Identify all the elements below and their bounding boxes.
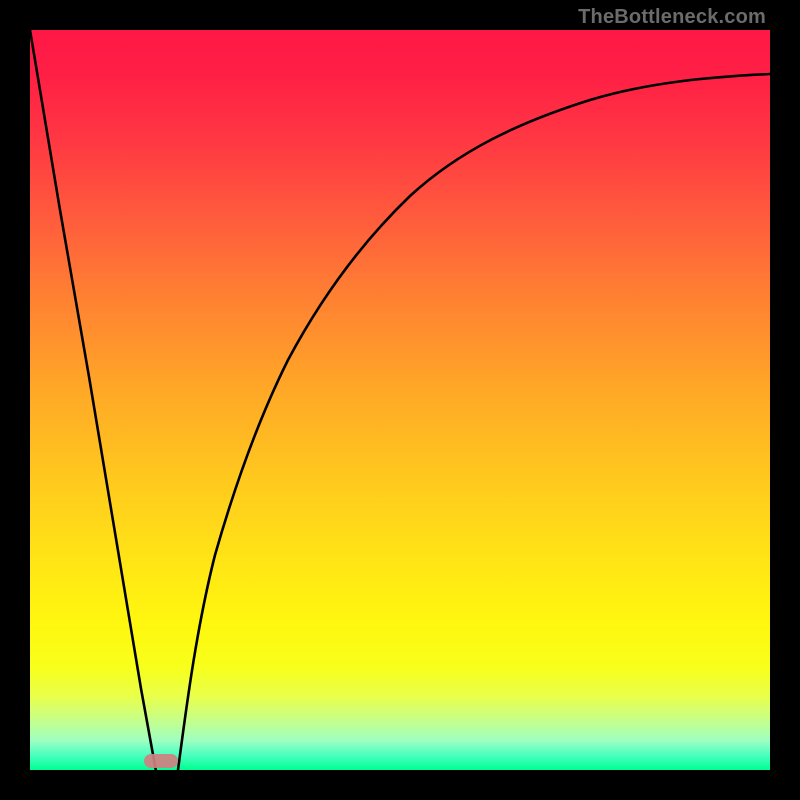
chart-frame: TheBottleneck.com	[0, 0, 800, 800]
plot-area	[30, 30, 770, 770]
curve-left-descent	[30, 30, 156, 770]
watermark-text: TheBottleneck.com	[578, 6, 766, 29]
optimal-marker	[144, 754, 178, 768]
curve-right-rise	[178, 74, 770, 770]
chart-curves	[30, 30, 770, 770]
